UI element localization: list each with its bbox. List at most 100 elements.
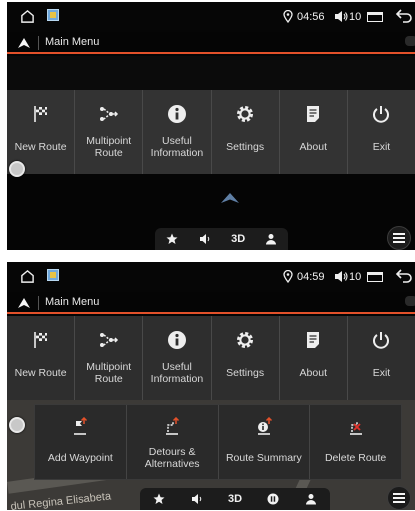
3d-view-button[interactable]: 3D [216,493,254,505]
navigation-arrow-icon[interactable] [17,37,31,49]
menu-item-label: Useful Information [150,135,204,159]
menu-item-label: Multipoint Route [86,135,132,159]
location-pin-icon [283,10,293,23]
volume-button[interactable] [178,493,216,505]
multipoint-route-icon [99,107,118,121]
recent-apps-icon[interactable] [367,12,383,22]
menu-item-label: Multipoint Route [86,361,132,385]
document-icon [307,332,320,348]
map-app-icon[interactable] [47,9,59,21]
navigation-arrow-icon[interactable] [17,297,31,309]
title-bar: Main Menu [7,32,415,54]
message-icon[interactable] [405,36,415,46]
menu-item-exit[interactable]: Exit [348,316,415,400]
power-icon [373,106,390,123]
menu-item-useful-information[interactable]: Useful Information [143,90,212,174]
home-icon[interactable] [20,9,35,24]
menu-item-about[interactable]: About [280,90,348,174]
status-bar: 04:56 10 [7,2,415,32]
main-menu: New Route Multipoint Route Useful Inform… [7,90,415,174]
menu-item-label: Settings [226,367,265,379]
menu-item-multipoint-route[interactable]: Multipoint Route [75,90,144,174]
route-item-label: Route Summary [225,452,302,464]
menu-item-label: Useful Information [150,361,204,385]
menu-item-exit[interactable]: Exit [348,90,415,174]
profile-button[interactable] [292,493,330,505]
3d-view-button[interactable]: 3D [222,233,255,245]
star-icon [166,233,178,244]
route-item-detours[interactable]: Detours & Alternatives [127,405,219,479]
route-item-add-waypoint[interactable]: Add Waypoint [35,405,127,479]
volume-level: 10 [349,11,362,23]
volume-status-icon [335,271,348,282]
location-pin-icon [283,270,293,283]
gear-icon [237,332,254,348]
gear-icon [237,106,254,122]
title-divider [38,36,39,50]
menu-icon-bar [393,233,405,235]
message-icon[interactable] [405,296,415,306]
route-item-label: Delete Route [324,452,387,464]
route-item-label: Detours & Alternatives [144,446,200,470]
screen-main-menu-1: 04:56 10 Main Menu New Route Multipoint … [7,2,415,250]
page-title: Main Menu [45,296,100,308]
menu-item-label: About [299,367,327,379]
menu-item-label: New Route [14,367,67,379]
back-icon[interactable] [395,269,413,283]
detours-icon [166,417,180,435]
menu-item-settings[interactable]: Settings [212,316,280,400]
route-item-route-summary[interactable]: Route Summary [219,405,311,479]
main-menu: New Route Multipoint Route Useful Inform… [7,316,415,400]
menu-item-new-route[interactable]: New Route [7,316,76,400]
volume-icon [199,234,210,244]
clock: 04:56 [297,11,325,23]
menu-button[interactable] [387,486,411,510]
quick-toolbar: 3D [155,228,288,250]
volume-button[interactable] [188,233,221,245]
touch-indicator [9,417,25,433]
favorites-button[interactable] [155,233,188,245]
menu-item-about[interactable]: About [280,316,348,400]
add-waypoint-icon [74,417,88,435]
pause-icon [267,493,279,505]
favorites-button[interactable] [140,493,178,505]
menu-button[interactable] [387,226,411,250]
volume-status-icon [335,11,348,22]
menu-icon-bar [393,501,405,503]
map-strip [7,56,415,90]
person-icon [306,494,316,505]
status-bar: 04:59 10 [7,262,415,292]
menu-item-multipoint-route[interactable]: Multipoint Route [75,316,144,400]
title-bar: Main Menu [7,292,415,314]
route-submenu: Add Waypoint Detours & Alternatives Rout… [34,404,402,480]
clock: 04:59 [297,271,325,283]
quick-toolbar: 3D [140,488,330,510]
menu-item-label: Exit [372,367,391,379]
menu-item-label: About [299,141,327,153]
info-icon [167,105,186,123]
power-icon [373,332,390,349]
star-icon [153,493,165,504]
checkered-flag-icon [33,332,47,348]
document-icon [307,106,320,122]
map-app-icon[interactable] [47,269,59,281]
menu-item-useful-information[interactable]: Useful Information [143,316,212,400]
profile-button[interactable] [255,233,288,245]
title-divider [38,296,39,310]
menu-icon-bar [393,241,405,243]
touch-indicator [9,161,25,177]
checkered-flag-icon [33,106,47,122]
page-title: Main Menu [45,36,100,48]
menu-icon-bar [393,237,405,239]
menu-item-settings[interactable]: Settings [212,90,280,174]
volume-icon [192,494,202,504]
home-icon[interactable] [20,269,35,284]
recent-apps-icon[interactable] [367,272,383,282]
pause-button[interactable] [254,493,292,505]
route-item-delete-route[interactable]: Delete Route [310,405,401,479]
back-icon[interactable] [395,9,413,23]
vehicle-position-icon [221,193,239,203]
delete-route-icon [349,421,362,435]
person-icon [266,234,277,245]
menu-item-label: Exit [372,141,391,153]
